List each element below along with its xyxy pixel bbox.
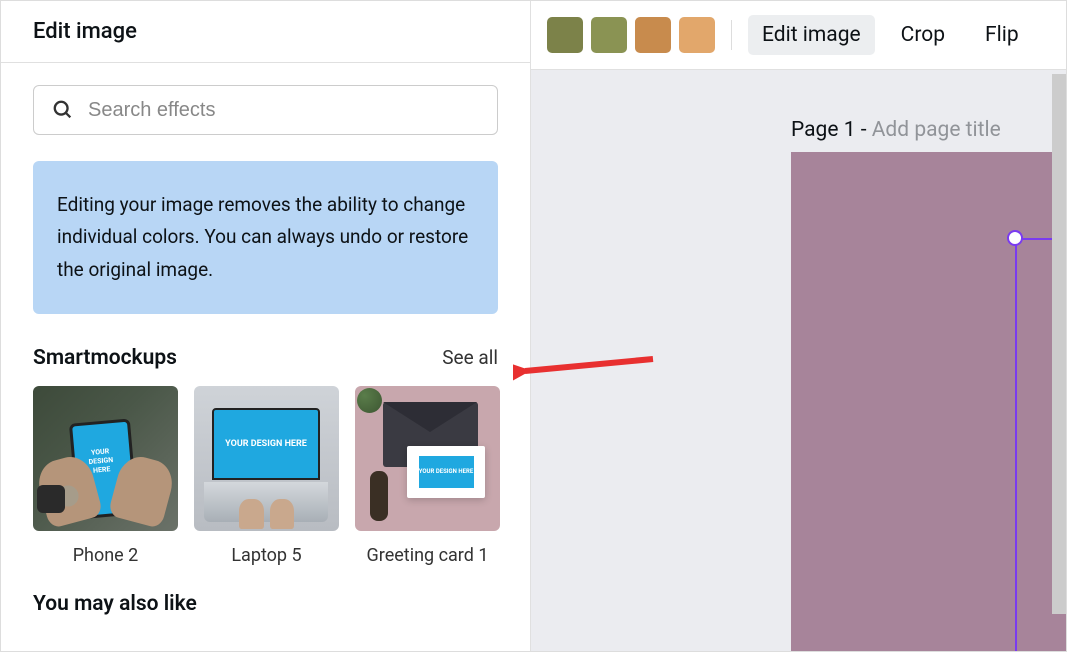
search-input[interactable]: [88, 99, 479, 122]
page-number: Page 1 -: [791, 118, 872, 142]
mockup-placeholder-text: YOUR DESIGN HERE: [80, 446, 122, 477]
color-swatch-2[interactable]: [591, 17, 627, 53]
mockup-label: Greeting card 1: [355, 545, 500, 566]
color-swatch-3[interactable]: [635, 17, 671, 53]
page-label[interactable]: Page 1 - Add page title: [791, 118, 1001, 142]
you-may-also-like-heading: You may also like: [33, 592, 498, 616]
crop-button[interactable]: Crop: [887, 15, 959, 55]
edit-image-button[interactable]: Edit image: [748, 15, 875, 55]
design-page[interactable]: [791, 152, 1066, 651]
mockup-placeholder-text: YOUR DESIGN HERE: [225, 438, 307, 451]
color-swatches: [547, 17, 715, 53]
mockup-greeting-card[interactable]: YOUR DESIGN HERE Greeting card 1: [355, 386, 500, 566]
canvas[interactable]: Page 1 - Add page title: [531, 70, 1066, 651]
smartmockups-heading: Smartmockups: [33, 346, 177, 370]
selection-handle-nw[interactable]: [1007, 230, 1023, 246]
color-swatch-1[interactable]: [547, 17, 583, 53]
search-icon: [52, 98, 74, 122]
mockup-laptop[interactable]: YOUR DESIGN HERE Laptop 5: [194, 386, 339, 566]
sidebar: Edit image Editing your image removes th…: [1, 1, 531, 651]
flip-button[interactable]: Flip: [971, 15, 1033, 55]
mockup-phone[interactable]: YOUR DESIGN HERE Phone 2: [33, 386, 178, 566]
scrollbar[interactable]: [1052, 74, 1066, 614]
info-message: Editing your image removes the ability t…: [33, 161, 498, 314]
mockup-placeholder-text: YOUR DESIGN HERE: [419, 456, 474, 488]
page-title-placeholder[interactable]: Add page title: [872, 118, 1001, 142]
toolbar: Edit image Crop Flip: [531, 1, 1066, 70]
panel-title: Edit image: [1, 1, 530, 63]
main-area: Edit image Crop Flip Page 1 - Add page t…: [531, 1, 1066, 651]
color-swatch-4[interactable]: [679, 17, 715, 53]
mockup-label: Laptop 5: [194, 545, 339, 566]
divider: [731, 20, 732, 50]
search-effects-field[interactable]: [33, 85, 498, 135]
mockup-list: YOUR DESIGN HERE Phone 2 YOUR DESIGN HER…: [33, 386, 498, 566]
see-all-link[interactable]: See all: [442, 346, 498, 369]
mockup-label: Phone 2: [33, 545, 178, 566]
